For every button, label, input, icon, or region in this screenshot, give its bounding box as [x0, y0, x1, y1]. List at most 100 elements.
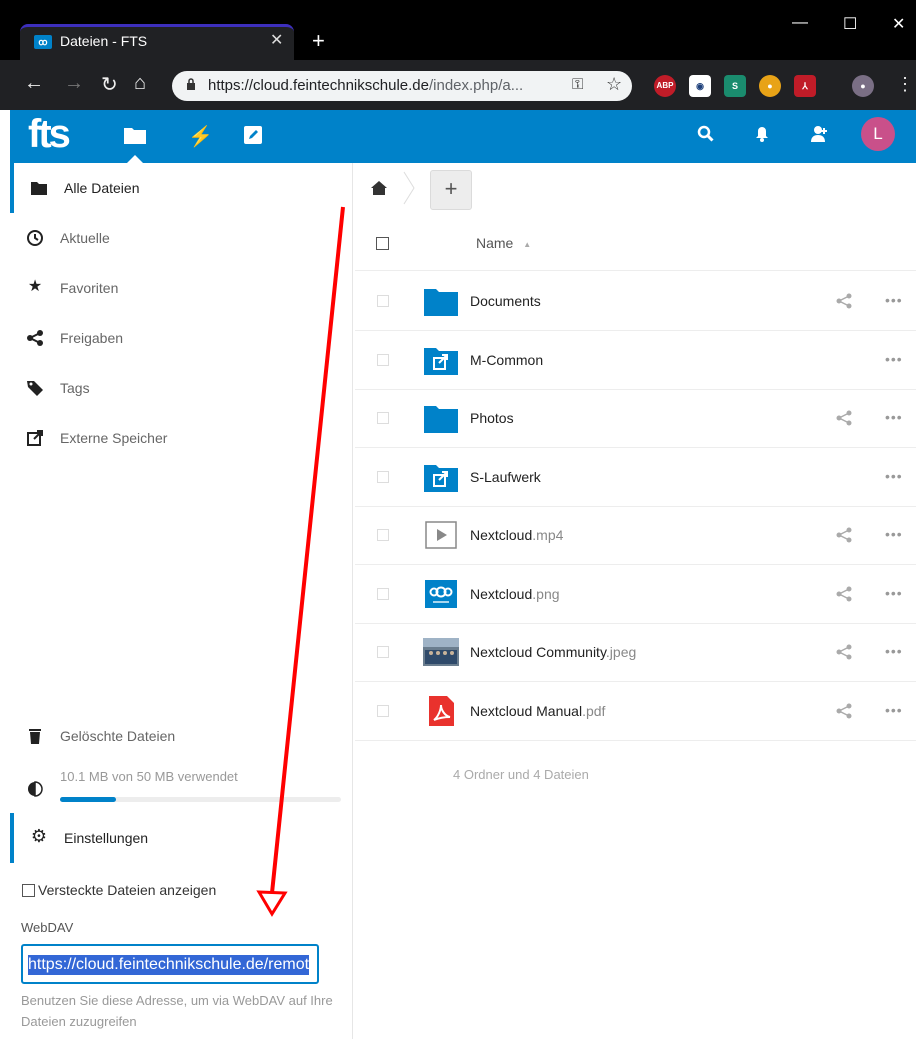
more-actions-icon[interactable]: ••• — [885, 526, 903, 542]
file-list-header — [355, 216, 916, 271]
row-checkbox[interactable] — [377, 412, 389, 424]
row-checkbox[interactable] — [377, 470, 389, 483]
sidebar-item-all-files[interactable]: Alle Dateien — [10, 163, 353, 213]
search-icon[interactable] — [697, 125, 715, 143]
file-name[interactable]: S-Laufwerk — [470, 469, 541, 485]
share-icon[interactable] — [835, 292, 853, 310]
row-checkbox[interactable] — [377, 295, 389, 307]
more-actions-icon[interactable]: ••• — [885, 468, 903, 484]
more-actions-icon[interactable]: ••• — [885, 643, 903, 659]
external-icon[interactable] — [423, 461, 459, 493]
extension-s-icon[interactable]: S — [724, 75, 746, 97]
contacts-icon[interactable] — [810, 124, 830, 144]
key-icon[interactable]: ⚿ — [572, 76, 583, 93]
files-app-icon[interactable] — [123, 125, 147, 145]
reload-icon[interactable]: ↻ — [101, 72, 118, 97]
pdf-icon[interactable] — [423, 695, 459, 727]
home-breadcrumb-icon[interactable] — [370, 180, 388, 196]
webdav-hint: Benutzen Sie diese Adresse, um via WebDA… — [21, 993, 333, 1029]
minimize-icon[interactable]: — — [792, 14, 808, 32]
folder-icon[interactable] — [423, 402, 459, 434]
external-icon[interactable] — [423, 344, 459, 376]
lock-icon — [187, 78, 195, 90]
row-checkbox[interactable] — [377, 353, 389, 366]
sidebar-item-recent[interactable]: Aktuelle — [10, 213, 353, 263]
file-row[interactable]: M-Common ••• — [355, 331, 916, 390]
file-row[interactable]: Nextcloud.png ••• — [355, 565, 916, 624]
sidebar-item-deleted-files[interactable]: Gelöschte Dateien — [10, 711, 353, 761]
share-icon[interactable] — [835, 702, 853, 720]
tab-close-icon[interactable]: ✕ — [270, 30, 283, 50]
maximize-icon[interactable]: ☐ — [843, 14, 857, 34]
file-name[interactable]: Nextcloud.png — [470, 586, 560, 602]
file-basename: Nextcloud Community — [470, 644, 606, 660]
more-actions-icon[interactable]: ••• — [885, 292, 903, 308]
close-window-icon[interactable]: ✕ — [892, 14, 905, 34]
user-avatar[interactable]: L — [861, 117, 895, 151]
quota-fill — [60, 797, 116, 802]
bookmark-star-icon[interactable]: ☆ — [606, 74, 622, 95]
file-row[interactable]: Documents ••• — [355, 272, 916, 331]
file-name[interactable]: Nextcloud Community.jpeg — [470, 644, 636, 660]
file-row[interactable]: Nextcloud Manual.pdf ••• — [355, 682, 916, 741]
image-jpeg-icon[interactable] — [423, 636, 459, 668]
share-icon[interactable] — [835, 643, 853, 661]
sidebar-item-shares[interactable]: Freigaben — [10, 313, 353, 363]
fts-logo[interactable]: fts — [28, 112, 71, 157]
sidebar-item-label: Freigaben — [60, 330, 124, 346]
file-row[interactable]: Nextcloud Community.jpeg ••• — [355, 623, 916, 682]
image-png-icon[interactable] — [423, 578, 459, 610]
notes-app-icon[interactable] — [243, 125, 263, 145]
file-extension: .png — [532, 585, 560, 602]
extension-privacy-icon[interactable]: ◉ — [689, 75, 711, 97]
url-text: https://cloud.feintechnikschule.de/index… — [208, 77, 523, 94]
sort-by-name[interactable]: Name ▲ — [476, 235, 531, 251]
file-name[interactable]: Photos — [470, 410, 514, 426]
row-checkbox[interactable] — [377, 646, 389, 658]
breadcrumb-separator — [403, 171, 415, 205]
file-name[interactable]: Nextcloud.mp4 — [470, 527, 563, 543]
activity-icon[interactable]: ⚡ — [188, 124, 213, 149]
more-actions-icon[interactable]: ••• — [885, 585, 903, 601]
share-icon[interactable] — [835, 409, 853, 427]
extension-pdf-icon[interactable]: ⅄ — [794, 75, 816, 97]
more-actions-icon[interactable]: ••• — [885, 351, 903, 367]
file-name[interactable]: Nextcloud Manual.pdf — [470, 703, 605, 719]
notifications-bell-icon[interactable] — [754, 125, 770, 143]
file-row[interactable]: S-Laufwerk ••• — [355, 448, 916, 507]
file-row[interactable]: Nextcloud.mp4 ••• — [355, 506, 916, 565]
profile-icon[interactable]: ● — [852, 75, 874, 97]
file-name[interactable]: M-Common — [470, 352, 543, 368]
sidebar-item-settings[interactable]: ⚙ Einstellungen — [10, 813, 353, 863]
file-row[interactable]: Photos ••• — [355, 389, 916, 448]
folder-icon[interactable] — [423, 285, 459, 317]
sidebar-item-label: Externe Speicher — [60, 430, 168, 446]
adblock-icon[interactable]: ABP — [654, 75, 676, 97]
select-all-checkbox[interactable] — [376, 237, 389, 250]
row-checkbox[interactable] — [377, 587, 389, 600]
more-actions-icon[interactable]: ••• — [885, 702, 903, 718]
file-name[interactable]: Documents — [470, 293, 541, 309]
new-tab-icon[interactable]: + — [312, 28, 325, 54]
add-new-button[interactable]: + — [430, 170, 472, 210]
sidebar-item-tags[interactable]: Tags — [10, 363, 353, 413]
video-icon[interactable] — [423, 519, 459, 551]
share-icon[interactable] — [835, 526, 853, 544]
active-app-indicator — [127, 155, 143, 163]
forward-icon[interactable]: → — [64, 72, 84, 95]
show-hidden-files-option[interactable]: Versteckte Dateien anzeigen — [22, 882, 216, 898]
back-icon[interactable]: ← — [24, 72, 44, 95]
sidebar-item-external-storage[interactable]: Externe Speicher — [10, 413, 353, 463]
extension-cookie-icon[interactable]: ● — [759, 75, 781, 97]
browser-menu-icon[interactable]: ⋮ — [896, 74, 914, 95]
webdav-url-field[interactable]: https://cloud.feintechnikschule.de/remot — [21, 944, 319, 984]
row-checkbox[interactable] — [377, 529, 389, 541]
row-checkbox[interactable] — [377, 704, 389, 717]
share-icon[interactable] — [835, 585, 853, 603]
home-icon[interactable]: ⌂ — [134, 72, 146, 95]
more-actions-icon[interactable]: ••• — [885, 409, 903, 425]
show-hidden-label: Versteckte Dateien anzeigen — [38, 882, 217, 898]
sidebar-item-favorites[interactable]: ★ Favoriten — [10, 263, 353, 313]
show-hidden-checkbox[interactable] — [22, 883, 35, 897]
webdav-url-value: https://cloud.feintechnikschule.de/remot — [28, 955, 310, 975]
